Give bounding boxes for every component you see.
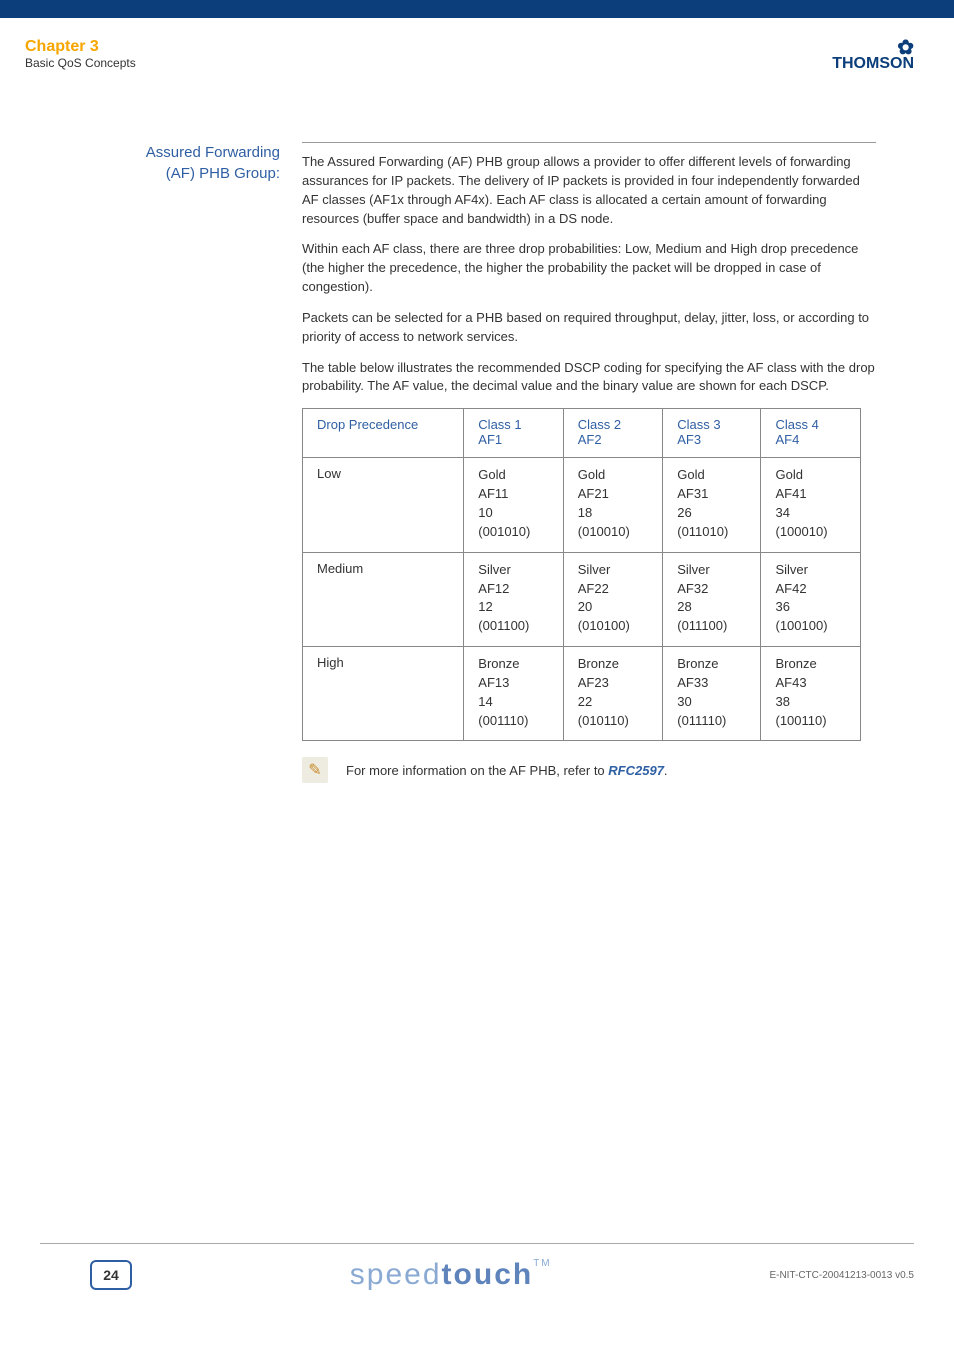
product-brand: speedtouchTM <box>350 1258 552 1292</box>
note-text: For more information on the AF PHB, refe… <box>346 763 668 778</box>
document-id: E-NIT-CTC-20041213-0013 v0.5 <box>769 1270 914 1281</box>
info-note: ✎ For more information on the AF PHB, re… <box>302 757 876 783</box>
col-class1: Class 1AF1 <box>464 409 563 458</box>
section-rule <box>302 142 876 143</box>
paragraph: The table below illustrates the recommen… <box>302 359 876 397</box>
table-row: High Bronze AF13 14 (001110) Bronze AF23… <box>303 647 861 741</box>
page-header: Chapter 3 Basic QoS Concepts ✿ THOMSON <box>0 18 954 82</box>
row-label: High <box>303 647 464 741</box>
cell: Bronze AF13 14 (001110) <box>464 647 563 741</box>
table-row: Medium Silver AF12 12 (001100) Silver AF… <box>303 552 861 646</box>
cell: Gold AF11 10 (001010) <box>464 458 563 552</box>
paragraph: The Assured Forwarding (AF) PHB group al… <box>302 153 876 228</box>
cell: Bronze AF33 30 (011110) <box>663 647 761 741</box>
body-column: The Assured Forwarding (AF) PHB group al… <box>302 142 876 783</box>
cell: Bronze AF23 22 (010110) <box>563 647 662 741</box>
table-row: Low Gold AF11 10 (001010) Gold AF21 18 (… <box>303 458 861 552</box>
page-number: 24 <box>90 1260 132 1290</box>
col-class2: Class 2AF2 <box>563 409 662 458</box>
cell: Silver AF22 20 (010100) <box>563 552 662 646</box>
cell: Gold AF21 18 (010010) <box>563 458 662 552</box>
row-label: Low <box>303 458 464 552</box>
note-pencil-icon: ✎ <box>302 757 328 783</box>
col-class3: Class 3AF3 <box>663 409 761 458</box>
section-side-label: Assured Forwarding (AF) PHB Group: <box>40 142 302 184</box>
chapter-subtitle: Basic QoS Concepts <box>25 56 136 70</box>
cell: Gold AF41 34 (100010) <box>761 458 861 552</box>
top-accent-bar <box>0 0 954 18</box>
publisher-name: THOMSON <box>832 55 914 72</box>
rfc-link[interactable]: RFC2597 <box>608 763 664 778</box>
col-class4: Class 4AF4 <box>761 409 861 458</box>
publisher-logo: ✿ THOMSON <box>832 38 914 72</box>
cell: Silver AF12 12 (001100) <box>464 552 563 646</box>
col-drop-precedence: Drop Precedence <box>303 409 464 458</box>
page-footer: 24 speedtouchTM E-NIT-CTC-20041213-0013 … <box>0 1243 954 1332</box>
dscp-table: Drop Precedence Class 1AF1 Class 2AF2 Cl… <box>302 408 861 741</box>
cell: Bronze AF43 38 (100110) <box>761 647 861 741</box>
cell: Silver AF32 28 (011100) <box>663 552 761 646</box>
chapter-title: Chapter 3 <box>25 38 136 56</box>
cell: Gold AF31 26 (011010) <box>663 458 761 552</box>
paragraph: Within each AF class, there are three dr… <box>302 240 876 297</box>
table-header-row: Drop Precedence Class 1AF1 Class 2AF2 Cl… <box>303 409 861 458</box>
paragraph: Packets can be selected for a PHB based … <box>302 309 876 347</box>
row-label: Medium <box>303 552 464 646</box>
cell: Silver AF42 36 (100100) <box>761 552 861 646</box>
